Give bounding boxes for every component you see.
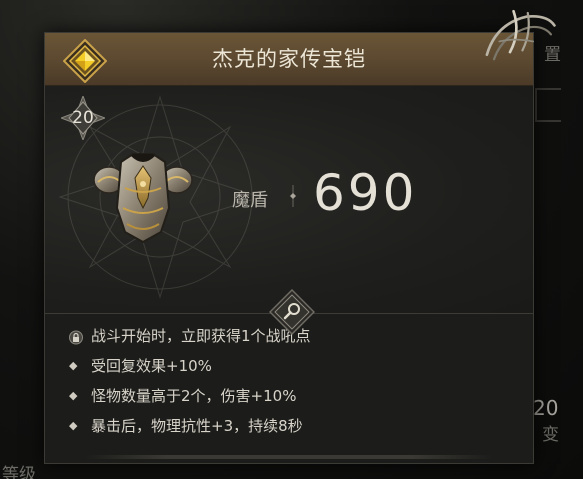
item-display-area: 20 魔盾 690 — [45, 86, 533, 314]
diamond-bullet-icon: ◆ — [69, 359, 78, 372]
lock-icon — [69, 324, 91, 348]
chest-armor-icon — [93, 153, 193, 244]
effect-item: ◆ 怪物数量高于2个，伤害+10% — [69, 384, 296, 408]
stat-label: 魔盾 — [232, 190, 268, 211]
background-label-bottom: 等级 — [2, 465, 36, 479]
tooltip-title-bar: 杰克的家传宝铠 — [45, 33, 533, 86]
diamond-bullet-icon: ◆ — [69, 389, 78, 402]
effect-text: 受回复效果+10% — [91, 357, 212, 375]
item-tooltip-panel: 杰克的家传宝铠 20 魔盾 690 战斗开始时，立即获得1个战吼点 ◆ 受回复效… — [44, 32, 534, 464]
background-slot-frame — [535, 88, 561, 122]
ornate-crest-icon — [485, 9, 556, 61]
effect-list: 战斗开始时，立即获得1个战吼点 ◆ 受回复效果+10% ◆ 怪物数量高于2个，伤害+… — [45, 314, 533, 463]
diamond-bullet-icon: ◆ — [69, 419, 78, 432]
effect-text: 暴击后，物理抗性+3，持续8秒 — [91, 417, 303, 435]
stat-value: 690 — [313, 164, 418, 222]
panel-bottom-edge — [85, 455, 493, 459]
effect-item: ◆ 暴击后，物理抗性+3，持续8秒 — [69, 414, 303, 438]
inspect-magnifier-button[interactable] — [269, 289, 315, 335]
effect-text: 怪物数量高于2个，伤害+10% — [91, 387, 297, 405]
item-name: 杰克的家传宝铠 — [212, 47, 366, 71]
background-level-badge: 20 — [533, 396, 559, 420]
stat-divider-icon — [290, 185, 296, 207]
effect-item: ◆ 受回复效果+10% — [69, 354, 212, 378]
item-level: 20 — [72, 108, 94, 128]
background-label-mid: 变 — [542, 425, 559, 445]
game-screen: 置 20 变 等级 杰克的家传宝铠 20 魔盾 690 战斗开始时，立即获得1个… — [0, 0, 583, 479]
